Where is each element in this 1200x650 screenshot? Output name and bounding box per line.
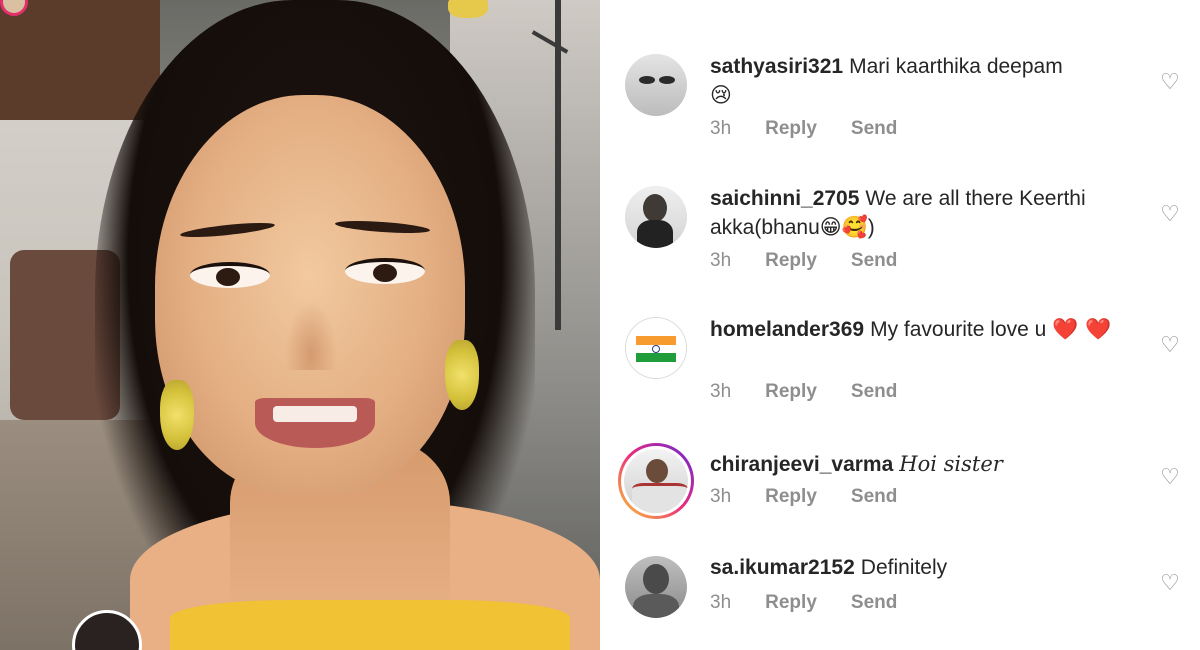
comment-text: Mari kaarthika deepam [849,55,1063,78]
comment-time: 3h [710,118,732,139]
reply-button[interactable]: Reply [765,118,817,140]
avatar[interactable] [625,186,687,248]
comment-username[interactable]: homelander369 [710,318,864,341]
grin-love-emoji: 😁🥰 [819,215,868,239]
comment-meta: 3h Reply Send [710,381,931,403]
left-eye [190,262,270,288]
live-video-frame [0,0,600,650]
comment-body: saichinni_2705 We are all there Keerthi a… [710,184,1140,242]
send-button[interactable]: Send [851,118,897,140]
comment-text: 𝐻𝑜𝑖 𝑠𝑖𝑠𝑡𝑒𝑟 [899,452,1003,476]
comment-meta: 3h Reply Send [710,118,931,140]
comment-username[interactable]: sa.ikumar2152 [710,556,855,579]
like-heart-icon[interactable]: ♡ [1157,571,1183,595]
comment-body: sa.ikumar2152 Definitely [710,553,1140,582]
comment-meta: 3h Reply Send [710,250,931,272]
reply-button[interactable]: Reply [765,250,817,272]
comments-panel: sathyasiri321 Mari kaarthika deepam 😢 3h R… [600,0,1200,650]
comment-text-end: ) [867,216,875,239]
window-blind [0,0,160,120]
like-heart-icon[interactable]: ♡ [1157,465,1183,489]
reply-button[interactable]: Reply [765,592,817,614]
comment-username[interactable]: saichinni_2705 [710,187,859,210]
right-earring [445,340,479,410]
reply-button[interactable]: Reply [765,381,817,403]
send-button[interactable]: Send [851,250,897,272]
comment-username[interactable]: sathyasiri321 [710,55,843,78]
avatar[interactable] [625,556,687,618]
send-button[interactable]: Send [851,381,897,403]
comment-time: 3h [710,486,732,507]
like-heart-icon[interactable]: ♡ [1157,202,1183,226]
yellow-dress [170,600,570,650]
like-heart-icon[interactable]: ♡ [1157,333,1183,357]
right-eye [345,258,425,284]
comment-text: My favourite love u [870,318,1047,341]
comment-time: 3h [710,381,732,402]
person-nose [285,300,337,370]
comment-meta: 3h Reply Send [710,592,931,614]
comment-time: 3h [710,592,732,613]
comment-username[interactable]: chiranjeevi_varma [710,453,893,476]
send-button[interactable]: Send [851,592,897,614]
comment-meta: 3h Reply Send [710,486,931,508]
comment-body: sathyasiri321 Mari kaarthika deepam 😢 [710,52,1140,110]
comment-body: homelander369 My favourite love u ❤️ ❤️ [710,315,1140,344]
like-heart-icon[interactable]: ♡ [1157,70,1183,94]
crying-emoji: 😢 [710,83,732,107]
left-earring [160,380,194,450]
avatar[interactable] [625,54,687,116]
hair-flower [448,0,488,18]
person-smile [255,398,375,448]
red-heart-emoji: ❤️ ❤️ [1052,317,1112,341]
avatar[interactable] [625,317,687,379]
send-button[interactable]: Send [851,486,897,508]
reply-button[interactable]: Reply [765,486,817,508]
comment-text: Definitely [860,556,948,579]
india-flag-icon [636,336,676,362]
avatar-story-ring[interactable] [618,443,694,519]
comment-time: 3h [710,250,732,271]
comment-body: chiranjeevi_varma 𝐻𝑜𝑖 𝑠𝑖𝑠𝑡𝑒𝑟 [710,450,1140,479]
